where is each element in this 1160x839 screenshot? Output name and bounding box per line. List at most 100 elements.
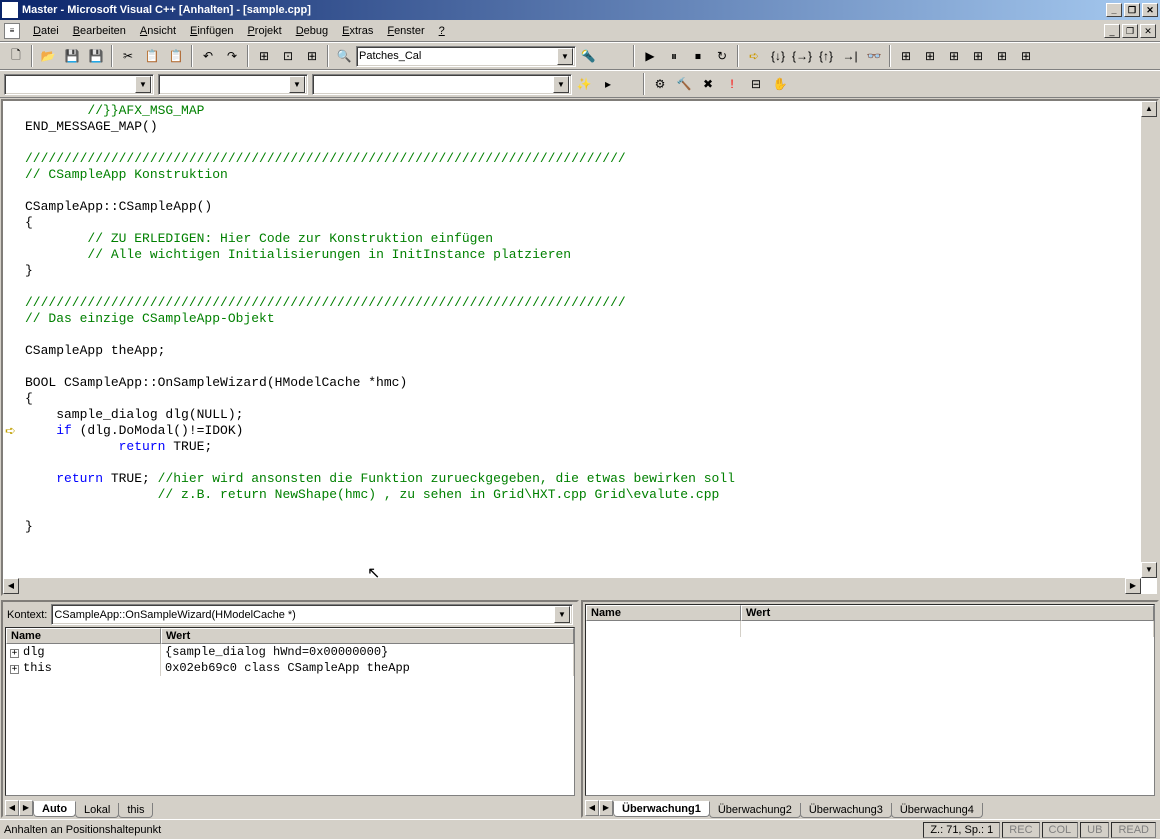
debug-go-icon[interactable]: ▶ xyxy=(639,45,661,67)
menu-projekt[interactable]: Projekt xyxy=(240,23,288,39)
document-icon[interactable]: ≡ xyxy=(4,23,20,39)
tile-icon[interactable]: ⊞ xyxy=(301,45,323,67)
tab-auto[interactable]: Auto xyxy=(33,801,76,817)
column-header-name[interactable]: Name xyxy=(586,605,741,621)
tab-überwachung1[interactable]: Überwachung1 xyxy=(613,801,710,817)
run-to-cursor-icon[interactable]: →| xyxy=(839,45,861,67)
find-icon[interactable]: 🔦 xyxy=(577,45,599,67)
tab-scroll-left-icon[interactable]: ◀ xyxy=(5,800,19,816)
breakpoint-icon[interactable]: ✋ xyxy=(769,73,791,95)
main-toolbar: 🗋 📂 💾 💾 ✂ 📋 📋 ↶ ↷ ⊞ ⊡ ⊞ 🔍 Patches_Cal ▼ … xyxy=(0,42,1160,70)
chevron-down-icon[interactable]: ▼ xyxy=(289,76,305,93)
column-header-value[interactable]: Wert xyxy=(161,628,574,644)
variables-window-icon[interactable]: ⊞ xyxy=(919,45,941,67)
variables-tabs: ◀ ▶ AutoLokalthis xyxy=(3,796,577,816)
action-icon[interactable]: ▸ xyxy=(597,73,619,95)
minimize-button[interactable]: _ xyxy=(1106,3,1122,17)
build-icon[interactable]: 🔨 xyxy=(673,73,695,95)
registers-window-icon[interactable]: ⊞ xyxy=(943,45,965,67)
variables-panel: Kontext: CSampleApp::OnSampleWizard(HMod… xyxy=(1,600,579,818)
tab-überwachung4[interactable]: Überwachung4 xyxy=(891,803,983,818)
column-header-value[interactable]: Wert xyxy=(741,605,1154,621)
column-header-name[interactable]: Name xyxy=(6,628,161,644)
step-over-icon[interactable]: {→} xyxy=(791,45,813,67)
mdi-minimize-button[interactable]: _ xyxy=(1104,24,1120,38)
watch-tabs: ◀ ▶ Überwachung1Überwachung2Überwachung3… xyxy=(583,796,1157,816)
menu-bearbeiten[interactable]: Bearbeiten xyxy=(66,23,133,39)
open-icon[interactable]: 📂 xyxy=(37,45,59,67)
variable-row[interactable]: +this0x02eb69c0 class CSampleApp theApp xyxy=(6,660,574,676)
app-icon: ✦ xyxy=(2,2,18,18)
undo-icon[interactable]: ↶ xyxy=(197,45,219,67)
restore-button[interactable]: ❐ xyxy=(1124,3,1140,17)
debug-stop-icon[interactable]: ⏹ xyxy=(687,45,709,67)
class-combo[interactable]: ▼ xyxy=(4,74,154,95)
close-button[interactable]: ✕ xyxy=(1142,3,1158,17)
mdi-restore-button[interactable]: ❐ xyxy=(1122,24,1138,38)
chevron-down-icon[interactable]: ▼ xyxy=(135,76,151,93)
save-icon[interactable]: 💾 xyxy=(61,45,83,67)
go-icon[interactable]: ⊟ xyxy=(745,73,767,95)
execute-icon[interactable]: ! xyxy=(721,73,743,95)
tab-scroll-left-icon[interactable]: ◀ xyxy=(585,800,599,816)
menu-?[interactable]: ? xyxy=(432,23,452,39)
menu-einfügen[interactable]: Einfügen xyxy=(183,23,240,39)
memory-window-icon[interactable]: ⊞ xyxy=(967,45,989,67)
title-bar: ✦ Master - Microsoft Visual C++ [Anhalte… xyxy=(0,0,1160,20)
chevron-down-icon[interactable]: ▼ xyxy=(554,606,570,623)
mdi-close-button[interactable]: ✕ xyxy=(1140,24,1156,38)
disassembly-window-icon[interactable]: ⊞ xyxy=(1015,45,1037,67)
copy-icon[interactable]: 📋 xyxy=(141,45,163,67)
new-file-icon[interactable]: 🗋 xyxy=(5,45,27,67)
callstack-window-icon[interactable]: ⊞ xyxy=(991,45,1013,67)
vertical-scrollbar[interactable]: ▲ ▼ xyxy=(1141,101,1157,578)
scroll-up-icon[interactable]: ▲ xyxy=(1141,101,1157,117)
expand-icon[interactable]: + xyxy=(10,649,19,658)
show-next-icon[interactable]: ➪ xyxy=(743,45,765,67)
config-combo[interactable]: Patches_Cal ▼ xyxy=(356,46,576,67)
chevron-down-icon[interactable]: ▼ xyxy=(553,76,569,93)
menu-extras[interactable]: Extras xyxy=(335,23,380,39)
compile-icon[interactable]: ⚙ xyxy=(649,73,671,95)
filter-combo[interactable]: ▼ xyxy=(312,74,572,95)
scroll-down-icon[interactable]: ▼ xyxy=(1141,562,1157,578)
debug-break-icon[interactable]: ⏸ xyxy=(663,45,685,67)
quickwatch-icon[interactable]: 👓 xyxy=(863,45,885,67)
menu-debug[interactable]: Debug xyxy=(289,23,335,39)
horizontal-scrollbar[interactable]: ◀ ▶ xyxy=(3,578,1141,594)
step-out-icon[interactable]: {↑} xyxy=(815,45,837,67)
chevron-down-icon[interactable]: ▼ xyxy=(557,48,573,65)
scroll-right-icon[interactable]: ▶ xyxy=(1125,578,1141,594)
variable-row[interactable]: +dlg{sample_dialog hWnd=0x00000000} xyxy=(6,644,574,660)
debug-restart-icon[interactable]: ↻ xyxy=(711,45,733,67)
tab-lokal[interactable]: Lokal xyxy=(75,803,119,818)
window-list-icon[interactable]: ⊡ xyxy=(277,45,299,67)
context-combo[interactable]: CSampleApp::OnSampleWizard(HModelCache *… xyxy=(51,604,573,625)
watch-panel: Name Wert ◀ ▶ Überwachung1Überwachung2Üb… xyxy=(581,600,1159,818)
menu-datei[interactable]: Datei xyxy=(26,23,66,39)
scroll-left-icon[interactable]: ◀ xyxy=(3,578,19,594)
save-all-icon[interactable]: 💾 xyxy=(85,45,107,67)
code-editor[interactable]: ➪ //}}AFX_MSG_MAPEND_MESSAGE_MAP() /////… xyxy=(1,99,1159,596)
tab-überwachung3[interactable]: Überwachung3 xyxy=(800,803,892,818)
wizard-icon[interactable]: ✨ xyxy=(573,73,595,95)
variables-grid[interactable]: Name Wert +dlg{sample_dialog hWnd=0x0000… xyxy=(5,627,575,796)
menu-ansicht[interactable]: Ansicht xyxy=(133,23,183,39)
member-combo[interactable]: ▼ xyxy=(158,74,308,95)
workspace-icon[interactable]: ⊞ xyxy=(253,45,275,67)
cut-icon[interactable]: ✂ xyxy=(117,45,139,67)
menu-fenster[interactable]: Fenster xyxy=(380,23,431,39)
expand-icon[interactable]: + xyxy=(10,665,19,674)
watch-window-icon[interactable]: ⊞ xyxy=(895,45,917,67)
watch-grid[interactable]: Name Wert xyxy=(585,604,1155,796)
tab-this[interactable]: this xyxy=(118,803,153,818)
tab-scroll-right-icon[interactable]: ▶ xyxy=(599,800,613,816)
tab-überwachung2[interactable]: Überwachung2 xyxy=(709,803,801,818)
paste-icon[interactable]: 📋 xyxy=(165,45,187,67)
step-into-icon[interactable]: {↓} xyxy=(767,45,789,67)
tab-scroll-right-icon[interactable]: ▶ xyxy=(19,800,33,816)
status-indicator-rec: REC xyxy=(1002,822,1039,838)
find-files-icon[interactable]: 🔍 xyxy=(333,45,355,67)
stop-build-icon[interactable]: ✖ xyxy=(697,73,719,95)
redo-icon[interactable]: ↷ xyxy=(221,45,243,67)
